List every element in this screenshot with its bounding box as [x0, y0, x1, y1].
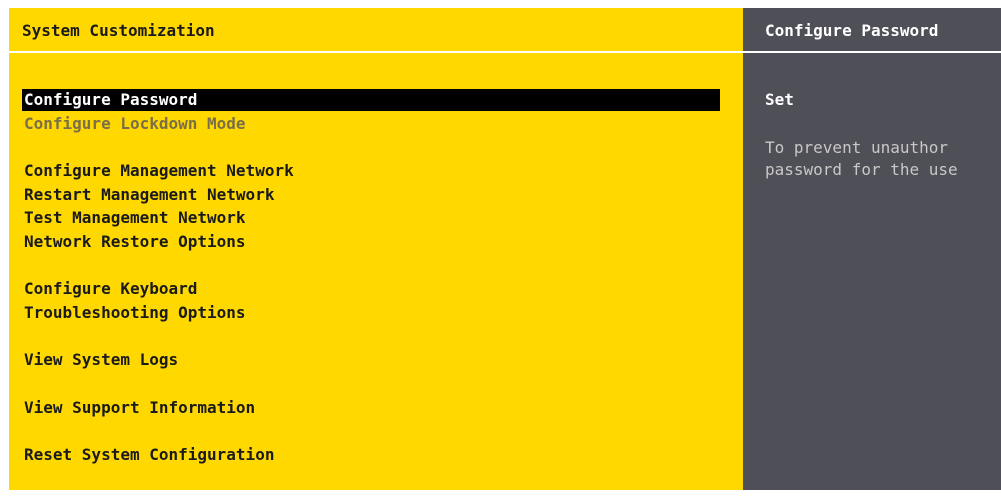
menu-item-network-restore-options[interactable]: Network Restore Options [22, 231, 720, 253]
menu-item-view-system-logs[interactable]: View System Logs [22, 349, 720, 371]
menu-item-troubleshooting-options[interactable]: Troubleshooting Options [22, 302, 720, 324]
detail-title-divider [743, 51, 1001, 53]
panel-title: System Customization [22, 21, 215, 40]
menu-item-configure-keyboard[interactable]: Configure Keyboard [22, 278, 720, 300]
password-status: Set [765, 90, 794, 109]
configure-password-detail-panel: Configure Password Set To prevent unauth… [743, 8, 1001, 490]
title-divider [9, 51, 743, 53]
description-line-1: To prevent unauthor [765, 138, 949, 157]
detail-title: Configure Password [765, 21, 939, 40]
menu-item-test-management-network[interactable]: Test Management Network [22, 207, 720, 229]
menu-item-configure-lockdown-mode[interactable]: Configure Lockdown Mode [22, 113, 720, 135]
menu-item-configure-management-network[interactable]: Configure Management Network [22, 160, 720, 182]
menu-item-reset-system-configuration[interactable]: Reset System Configuration [22, 444, 720, 466]
menu-item-configure-password[interactable]: Configure Password [22, 89, 720, 111]
description-line-2: password for the use [765, 160, 958, 179]
menu-item-restart-management-network[interactable]: Restart Management Network [22, 184, 720, 206]
system-customization-panel: System Customization Configure Password … [9, 8, 743, 490]
menu-item-view-support-information[interactable]: View Support Information [22, 397, 720, 419]
